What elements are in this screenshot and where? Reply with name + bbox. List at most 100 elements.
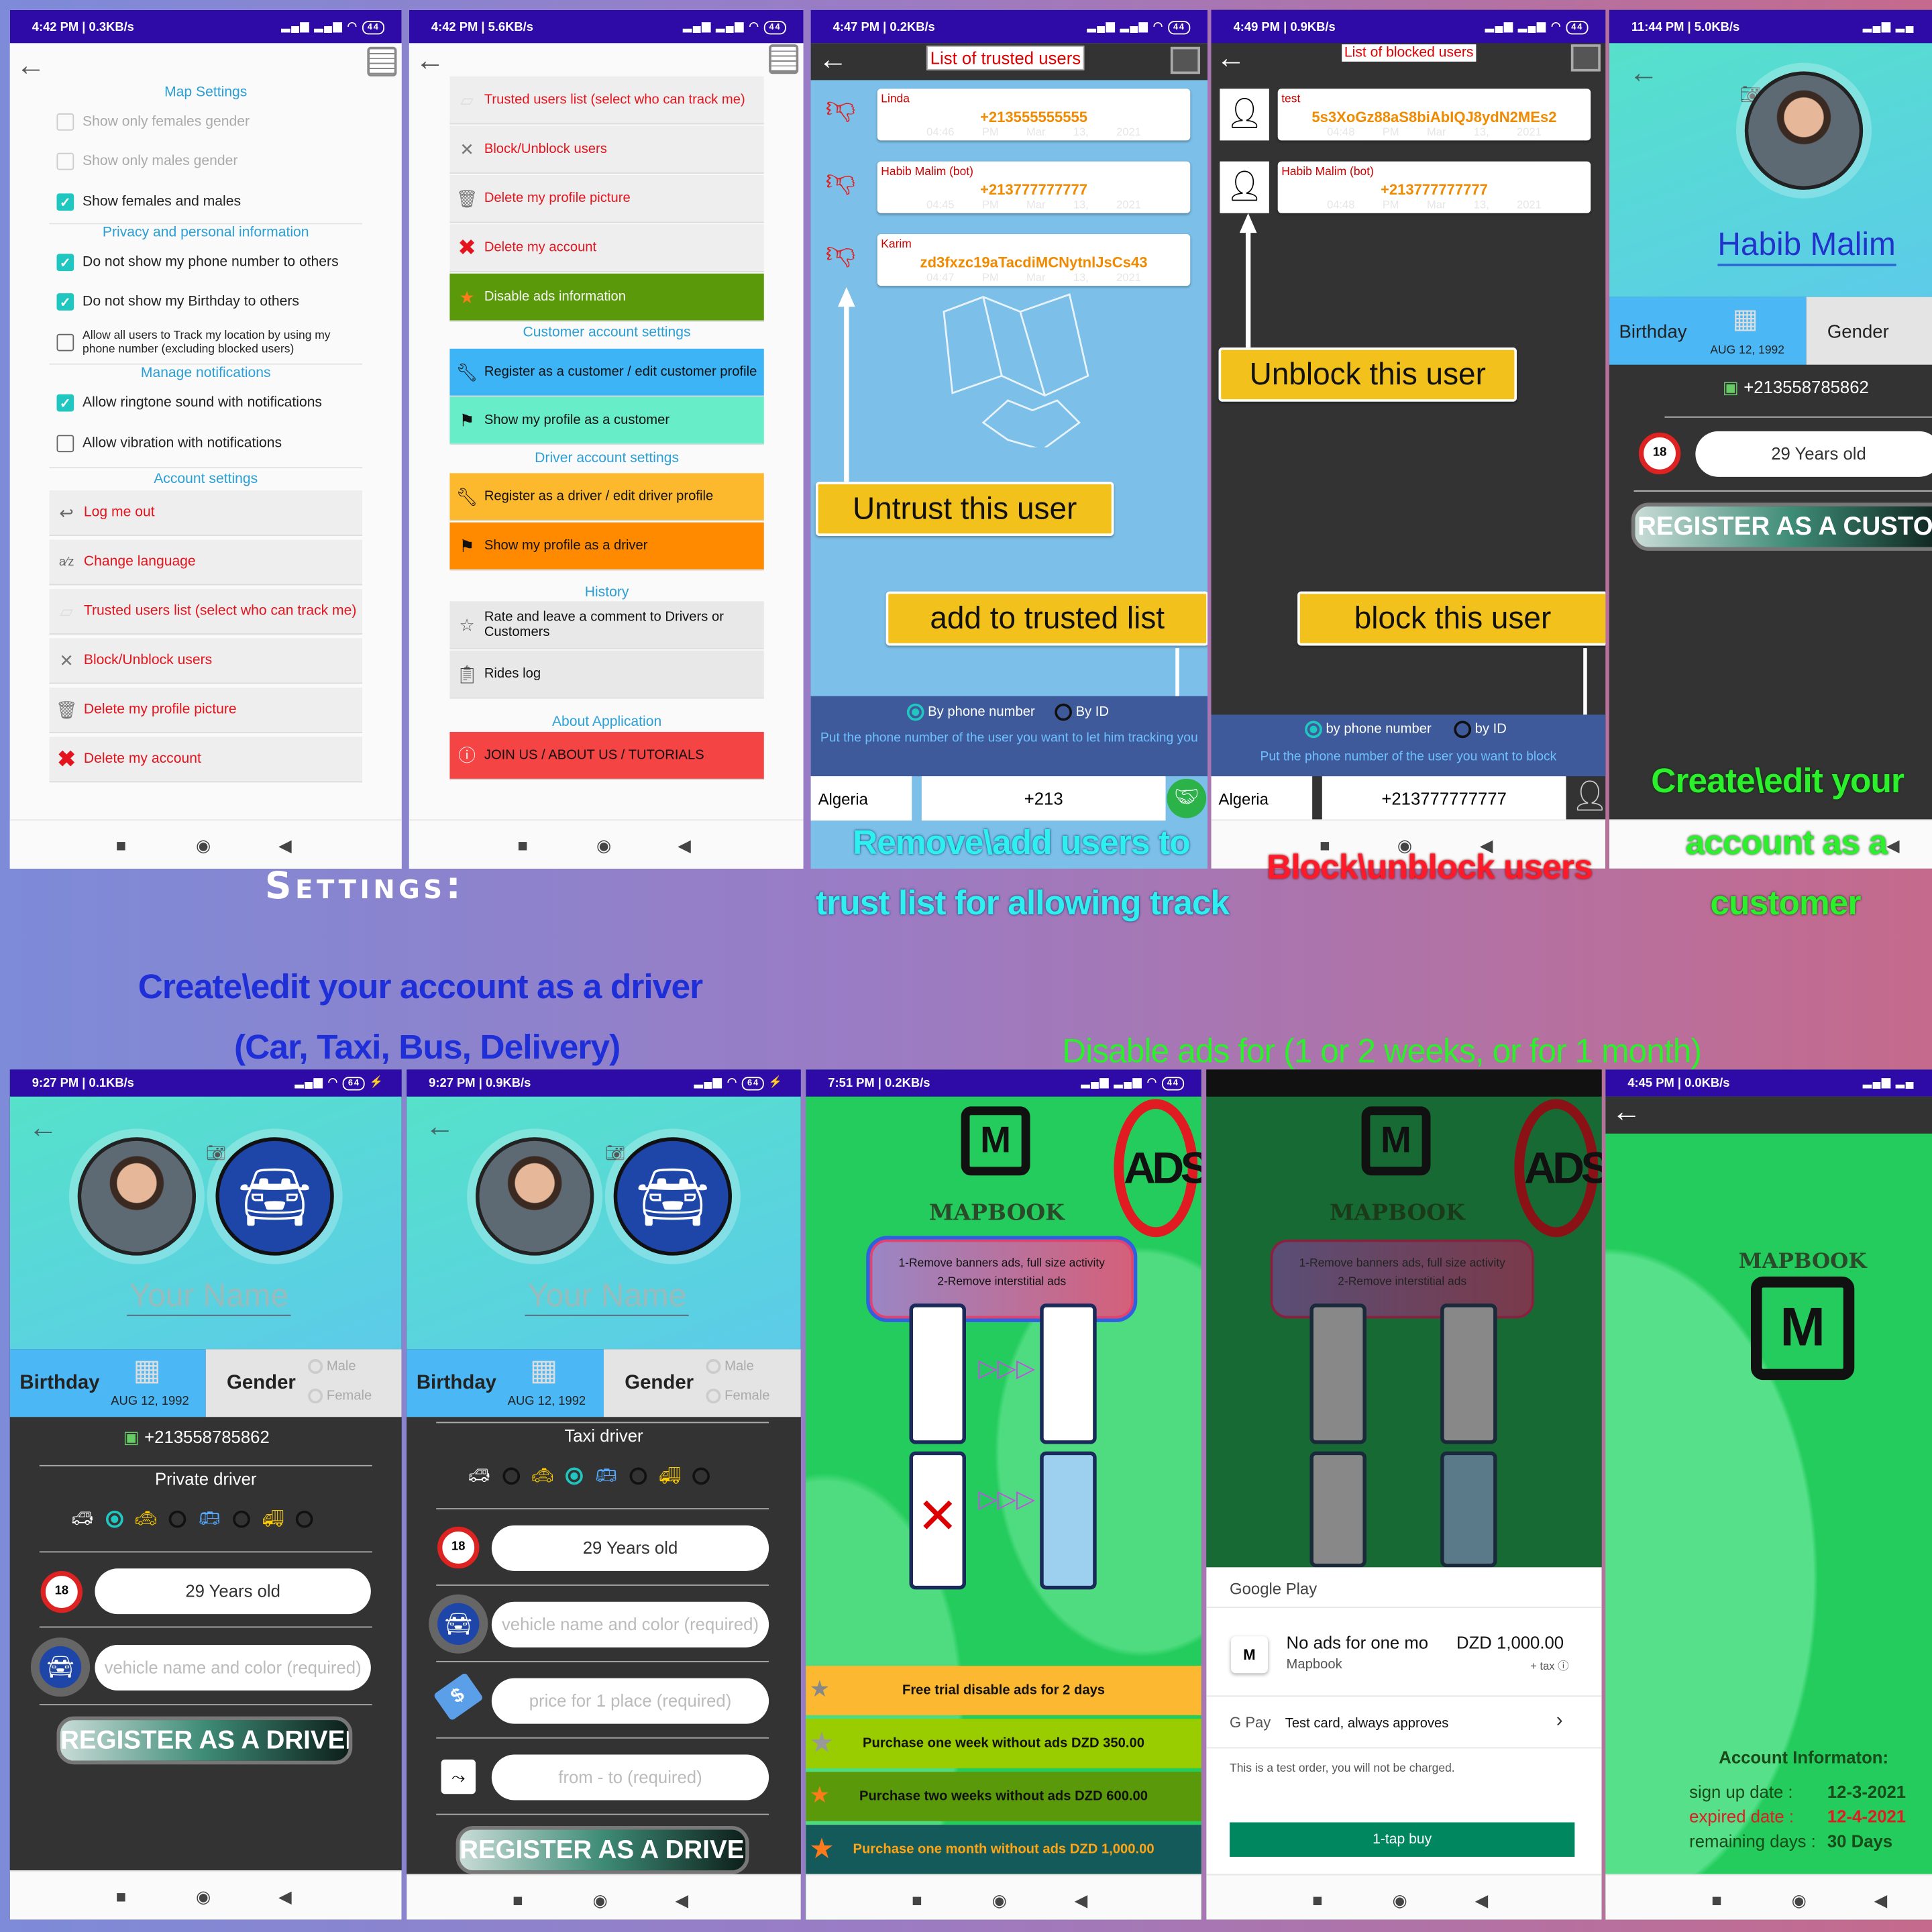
trusted-user-card[interactable]: Habib Malim (bot) +213777777777 04:45 PM M… <box>877 161 1191 213</box>
avatar[interactable] <box>1744 71 1864 190</box>
radio-by-phone[interactable]: by phone number <box>1305 720 1432 739</box>
recents-button[interactable]: ■ <box>517 835 528 855</box>
menu-delete-account[interactable]: ✖ Delete my account <box>49 737 363 783</box>
thumbs-down-icon[interactable]: 👎︎ <box>826 91 856 125</box>
radio-by-id[interactable]: by ID <box>1454 720 1507 739</box>
radio-car[interactable] <box>502 1468 520 1485</box>
register-driver-button[interactable]: REGISTER AS A DRIVER <box>56 1716 353 1765</box>
radio-by-id[interactable]: By ID <box>1055 703 1109 721</box>
back-button[interactable]: ◀ <box>1475 1890 1489 1911</box>
recents-button[interactable]: ■ <box>1312 1890 1323 1910</box>
avatar[interactable] <box>77 1137 197 1256</box>
blocked-user-card[interactable]: Habib Malim (bot) +213777777777 04:48 PM M… <box>1277 161 1591 213</box>
home-button[interactable]: ◉ <box>1792 1890 1807 1911</box>
country-select[interactable]: Algeria <box>810 776 912 821</box>
menu-register-driver[interactable]: 🔧︎ Register as a driver / edit driver pro… <box>449 473 764 521</box>
recents-button[interactable]: ■ <box>1711 1890 1722 1910</box>
two-weeks-button[interactable]: ★ Purchase two weeks without ads DZD 600.… <box>806 1772 1201 1821</box>
recents-button[interactable]: ■ <box>116 1886 127 1906</box>
trusted-user-card[interactable]: Karim zd3fxzc19aTacdiMCNytnlJsCs43 04:47 P… <box>877 233 1191 286</box>
vehicle-input[interactable]: vehicle name and color (required) <box>95 1645 371 1691</box>
home-button[interactable]: ◉ <box>1393 1890 1407 1911</box>
menu-delete-picture[interactable]: 🗑︎ Delete my profile picture <box>449 174 764 223</box>
vehicle-avatar[interactable]: 🚘︎ <box>215 1137 334 1256</box>
back-arrow-icon[interactable]: ← <box>1216 42 1246 76</box>
radio-taxi[interactable] <box>566 1468 584 1485</box>
profile-name[interactable]: Habib Malim <box>1717 225 1896 266</box>
back-button[interactable]: ◀ <box>1075 1890 1088 1911</box>
birthday-field[interactable]: Birthday ▦ AUG 12, 1992 <box>1609 297 1807 365</box>
save-icon[interactable] <box>769 44 799 74</box>
radio-male[interactable]: Male <box>308 1359 356 1375</box>
checkbox-hide-birthday[interactable]: ✓ Do not show my Birthday to others <box>56 293 299 311</box>
recents-button[interactable]: ■ <box>912 1890 922 1910</box>
menu-trusted-users[interactable]: ▱ Trusted users list (select who can trac… <box>449 76 764 125</box>
radio-truck[interactable] <box>692 1468 710 1485</box>
radio-by-phone[interactable]: By phone number <box>906 703 1035 721</box>
home-button[interactable]: ◉ <box>596 835 611 856</box>
back-arrow-icon[interactable]: ← <box>16 49 46 83</box>
one-month-button[interactable]: ★ Purchase one month without ads DZD 1,00… <box>806 1825 1201 1874</box>
menu-trusted-users[interactable]: ▱ Trusted users list (select who can trac… <box>49 588 363 635</box>
checkbox-vibration[interactable]: Allow vibration with notifications <box>56 435 282 453</box>
back-arrow-icon[interactable]: ← <box>415 44 445 78</box>
gender-field[interactable]: Gender <box>1806 297 1932 365</box>
phone-input[interactable]: +213777777777 <box>1322 776 1566 821</box>
menu-change-language[interactable]: a⁄z Change language <box>49 539 363 586</box>
name-input[interactable]: Your Name <box>525 1277 689 1316</box>
back-button[interactable]: ◀ <box>278 1886 292 1907</box>
back-button[interactable]: ◀ <box>676 1890 689 1911</box>
country-select[interactable]: Algeria <box>1211 776 1313 821</box>
route-input[interactable]: from - to (required) <box>491 1754 769 1801</box>
menu-register-customer[interactable]: 🔧︎ Register as a customer / edit customer… <box>449 348 764 397</box>
radio-car[interactable] <box>105 1511 123 1529</box>
back-button[interactable]: ◀ <box>678 835 691 856</box>
birthday-field[interactable]: Birthday ▦ AUG 12, 1992 <box>9 1349 206 1417</box>
save-icon[interactable] <box>367 46 397 76</box>
back-arrow-icon[interactable]: ← <box>818 43 848 77</box>
radio-male[interactable]: Male <box>706 1359 754 1375</box>
radio-female[interactable]: Female <box>706 1389 770 1404</box>
chevron-right-icon[interactable]: › <box>1556 1710 1563 1732</box>
back-button[interactable]: ◀ <box>1874 1890 1888 1911</box>
free-trial-button[interactable]: ★ Free trial disable ads for 2 days <box>806 1666 1201 1715</box>
blocked-user-card[interactable]: test 5s3XoGz88aS8biAbIQJ8ydN2MEs2 04:48 PM… <box>1277 89 1591 141</box>
checkbox-males-only[interactable]: Show only males gender <box>56 152 237 170</box>
avatar[interactable] <box>475 1137 594 1256</box>
checkbox-ringtone[interactable]: ✓ Allow ringtone sound with notifications <box>56 394 322 412</box>
home-button[interactable]: ◉ <box>992 1890 1007 1911</box>
menu-about[interactable]: ⓘ JOIN US / ABOUT US / TUTORIALS <box>449 732 764 780</box>
radio-female[interactable]: Female <box>308 1389 372 1404</box>
vehicle-input[interactable]: vehicle name and color (required) <box>491 1601 769 1648</box>
recents-button[interactable]: ■ <box>513 1890 523 1910</box>
payment-method[interactable]: Test card, always approves <box>1285 1717 1449 1731</box>
menu-rides-log[interactable]: 📋︎ Rides log <box>449 650 764 699</box>
camera-icon[interactable]: 📷︎ <box>605 1143 625 1163</box>
checkbox-females-and-males[interactable]: ✓ Show females and males <box>56 193 241 211</box>
home-button[interactable]: ◉ <box>196 1886 211 1907</box>
thumbs-down-icon[interactable]: 👎︎ <box>826 237 856 271</box>
radio-truck[interactable] <box>296 1511 314 1529</box>
checkbox-females-only[interactable]: Show only females gender <box>56 113 250 131</box>
menu-rate-comment[interactable]: ☆ Rate and leave a comment to Drivers or … <box>449 601 764 649</box>
menu-log-out[interactable]: ↩ Log me out <box>49 490 363 536</box>
phone-input[interactable]: +213 <box>921 776 1166 821</box>
register-driver-button[interactable]: REGISTER AS A DRIVER <box>455 1826 749 1874</box>
menu-show-driver-profile[interactable]: ⚑ Show my profile as a driver <box>449 522 764 571</box>
menu-show-customer-profile[interactable]: ⚑ Show my profile as a customer <box>449 396 764 445</box>
menu-delete-picture[interactable]: 🗑︎ Delete my profile picture <box>49 687 363 733</box>
world-map-icon[interactable] <box>1170 46 1200 74</box>
camera-icon[interactable]: 📷︎ <box>206 1143 226 1163</box>
recents-button[interactable]: ■ <box>116 835 127 855</box>
trusted-user-card[interactable]: Linda +213555555555 04:46 PM Mar 13, 2021 <box>877 89 1191 141</box>
home-button[interactable]: ◉ <box>592 1890 607 1911</box>
birthday-field[interactable]: Birthday ▦ AUG 12, 1992 <box>407 1349 604 1417</box>
world-map-icon[interactable] <box>1570 44 1601 72</box>
back-arrow-icon[interactable]: ← <box>1611 1095 1641 1130</box>
unlock-user-icon[interactable]: 👤︎ <box>1220 89 1269 141</box>
unlock-user-icon[interactable]: 👤︎ <box>1220 161 1269 213</box>
block-user-button[interactable]: 👤︎ <box>1571 779 1605 814</box>
checkbox-allow-tracking[interactable]: Allow all users to Track my location by … <box>56 329 352 356</box>
menu-block-users[interactable]: ✕ Block/Unblock users <box>449 125 764 174</box>
home-button[interactable]: ◉ <box>196 835 211 856</box>
